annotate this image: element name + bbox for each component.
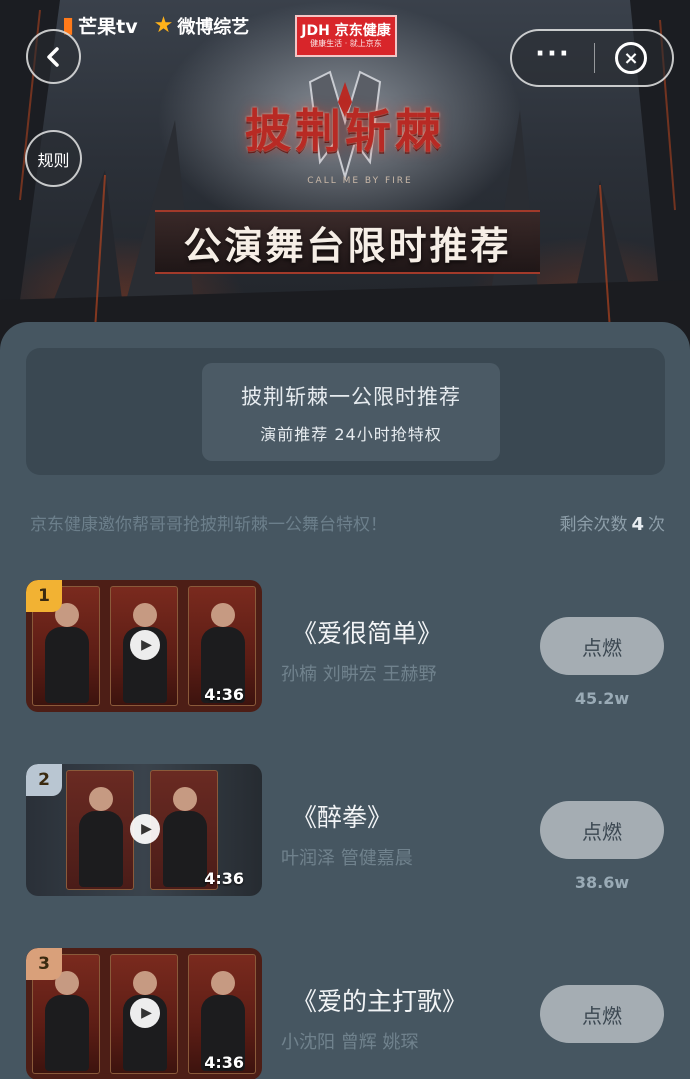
- song-item: 1 ▶ 4:36 《爱很简单》 孙楠 刘畊宏 王赫野 点燃 45.2w: [26, 580, 666, 712]
- star-icon: ★: [153, 13, 174, 38]
- video-duration: 4:36: [204, 685, 244, 704]
- rank-badge: 2: [26, 764, 62, 796]
- song-title: 《醉拳》: [292, 803, 393, 832]
- song-artists: 叶润泽 管健嘉晨: [281, 848, 413, 869]
- ignite-button[interactable]: 点燃: [540, 985, 664, 1043]
- show-title: 披荆斩棘: [245, 104, 445, 158]
- video-thumbnail[interactable]: 1 ▶ 4:36: [26, 580, 262, 712]
- more-dots-icon: ···: [535, 39, 571, 69]
- song-title: 《爱很简单》: [292, 619, 443, 648]
- performer-photo: [66, 770, 134, 890]
- play-icon[interactable]: ▶: [130, 998, 160, 1028]
- song-item: 3 ▶ 4:36 《爱的主打歌》 小沈阳 曾辉 姚琛 点燃: [26, 948, 666, 1079]
- info-box: 披荆斩棘一公限时推荐 演前推荐 24小时抢特权: [202, 363, 500, 461]
- hero-banner: ▮ 芒果tv ★ 微博综艺 JDH 京东健康 健康生活 · 就上京东 ··· ×…: [0, 0, 690, 360]
- song-artists: 小沈阳 曾辉 姚琛: [281, 1032, 419, 1053]
- back-button[interactable]: [26, 29, 81, 84]
- capsule-divider: [594, 43, 595, 73]
- invite-row: 京东健康邀你帮哥哥抢披荆斩棘一公舞台特权！ 剩余次数 4 次: [30, 508, 665, 536]
- rank-badge: 3: [26, 948, 62, 980]
- heat-count: 45.2w: [574, 689, 630, 708]
- show-subtitle: CALL ME BY FIRE: [307, 176, 413, 186]
- remaining-count: 剩余次数 4 次: [559, 513, 665, 535]
- info-subtitle: 演前推荐 24小时抢特权: [260, 425, 442, 444]
- close-icon: ×: [623, 47, 639, 69]
- rules-label: 规则: [37, 150, 70, 170]
- song-title: 《爱的主打歌》: [292, 987, 468, 1016]
- banner-title: 公演舞台限时推荐: [155, 210, 540, 274]
- jd-health-logo: JDH 京东健康 健康生活 · 就上京东: [295, 15, 397, 57]
- mini-program-capsule: ··· ×: [510, 29, 674, 87]
- ignite-button[interactable]: 点燃: [540, 801, 664, 859]
- video-thumbnail[interactable]: 3 ▶ 4:36: [26, 948, 262, 1079]
- song-item: 2 ▶ 4:36 《醉拳》 叶润泽 管健嘉晨 点燃 38.6w: [26, 764, 666, 896]
- invite-text: 京东健康邀你帮哥哥抢披荆斩棘一公舞台特权！: [30, 514, 387, 535]
- play-icon[interactable]: ▶: [130, 630, 160, 660]
- mgtv-logo: ▮ 芒果tv: [62, 13, 138, 38]
- chevron-left-icon: [46, 46, 59, 67]
- partner-logos: ▮ 芒果tv ★ 微博综艺: [62, 12, 249, 39]
- play-icon[interactable]: ▶: [130, 814, 160, 844]
- rank-badge: 1: [26, 580, 62, 612]
- video-duration: 4:36: [204, 869, 244, 888]
- song-artists: 孙楠 刘畊宏 王赫野: [281, 664, 437, 685]
- more-button[interactable]: ···: [512, 41, 594, 72]
- weibo-variety-logo: ★ 微博综艺: [153, 13, 250, 38]
- rules-button[interactable]: 规则: [25, 130, 82, 187]
- heat-count: 38.6w: [574, 873, 630, 892]
- ignite-button[interactable]: 点燃: [540, 617, 664, 675]
- close-button[interactable]: ×: [615, 42, 647, 74]
- video-thumbnail[interactable]: 2 ▶ 4:36: [26, 764, 262, 896]
- video-duration: 4:36: [204, 1053, 244, 1072]
- info-title: 披荆斩棘一公限时推荐: [241, 385, 461, 409]
